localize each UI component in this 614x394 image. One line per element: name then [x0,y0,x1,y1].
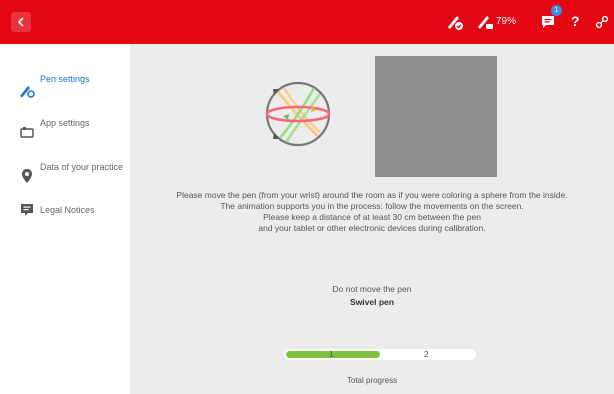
calibration-panel: Please move the pen (from your wrist) ar… [130,44,614,394]
instruction-video[interactable] [375,56,497,177]
sidebar-item-label: App settings [40,118,90,128]
back-button[interactable] [11,12,31,32]
pen-gear-icon [19,82,35,98]
sidebar-item-label: Legal Notices [40,205,95,215]
sidebar-item-label: Pen settings [40,74,90,84]
pen-check-icon[interactable] [446,13,464,31]
instruction-line: Please move the pen (from your wrist) ar… [176,190,568,200]
app-icon [19,124,35,140]
sidebar-item-pen-settings[interactable]: Pen settings [0,70,130,110]
progress-caption: Total progress [346,376,398,385]
progress-step-2: 2 [424,350,429,359]
link-icon[interactable] [595,13,609,31]
instruction-line: and your tablet or other electronic devi… [258,223,486,233]
help-icon[interactable]: ? [571,13,580,29]
sidebar-item-legal-notices[interactable]: Legal Notices [0,202,130,242]
chat-icon[interactable] [541,13,555,31]
document-icon [19,202,35,218]
notification-badge: 1 [551,5,562,16]
sidebar-item-label: Data of your practice [40,162,124,172]
instruction-line: The animation supports you in the proces… [220,201,524,211]
progress-step-1: 1 [329,350,334,359]
sidebar-item-data-of-practice[interactable]: Data of your practice [0,158,130,198]
pen-battery-icon[interactable] [476,13,494,31]
location-pin-icon [19,168,35,184]
sidebar: Pen settings App settings Data of your p… [0,44,130,394]
instruction-line: Please keep a distance of at least 30 cm… [263,212,481,222]
calibration-status: Do not move the pen [332,284,412,294]
progress-bar: 1 2 [284,349,476,360]
sidebar-item-app-settings[interactable]: App settings [0,114,130,154]
top-bar: 79% 1 ? [0,0,614,44]
chevron-left-icon [17,17,24,27]
active-item-indicator [122,44,130,60]
calibration-instructions: Please move the pen (from your wrist) ar… [130,190,614,234]
calibration-step-name: Swivel pen [350,297,394,307]
rotation-sphere-icon [265,81,331,147]
battery-percentage: 79% [496,16,517,27]
